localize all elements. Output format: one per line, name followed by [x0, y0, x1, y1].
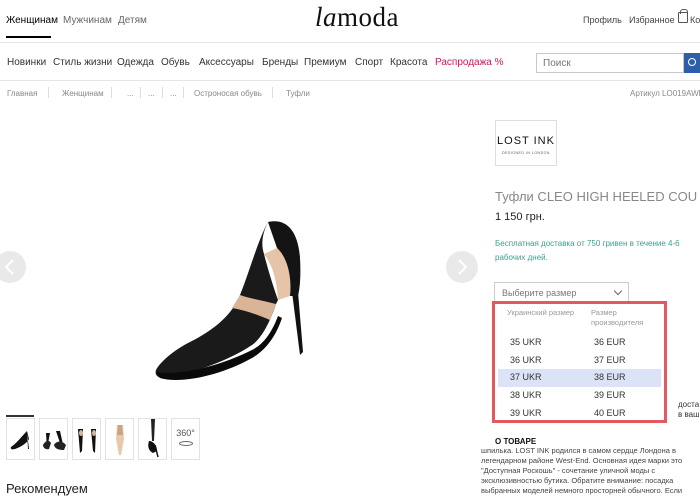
size-option[interactable]: 36 UKR 37 EUR [498, 352, 661, 370]
breadcrumb-women[interactable]: Женщинам [62, 89, 104, 98]
size-option-highlighted[interactable]: 37 UKR 38 EUR [498, 369, 661, 387]
gender-tab-women[interactable]: Женщинам [6, 15, 58, 26]
size-option[interactable]: 35 UKR 36 EUR [498, 334, 661, 352]
chevron-right-icon [458, 259, 468, 275]
breadcrumb-pointed-shoes[interactable]: Остроносая обувь [194, 89, 262, 98]
search-input[interactable] [536, 53, 684, 73]
nav-divider [0, 80, 700, 81]
logo-part-la: la [315, 2, 338, 32]
size-ukr-value: 35 UKR [510, 337, 542, 347]
size-eur-value: 36 EUR [594, 337, 626, 347]
size-eur-value: 38 EUR [594, 372, 626, 382]
nav-premium[interactable]: Премиум [304, 57, 347, 68]
nav-sale[interactable]: Распродажа % [435, 57, 504, 68]
active-thumbnail-indicator [6, 415, 34, 417]
gender-tab-men[interactable]: Мужчинам [63, 15, 112, 26]
breadcrumb-ellipsis[interactable]: ... [148, 89, 155, 98]
thumbnail-4[interactable] [105, 418, 134, 460]
thumbnail-360-view[interactable]: 360° [171, 418, 200, 460]
breadcrumb-separator [272, 87, 273, 98]
nav-accessories[interactable]: Аксессуары [199, 57, 254, 68]
size-option[interactable]: 39 UKR 40 EUR [498, 405, 661, 423]
brand-name: LOST INK [497, 135, 555, 147]
logo-part-moda: moda [337, 2, 400, 32]
brand-logo-box[interactable]: LOST INK DESIGNED IN LONDON [495, 120, 557, 166]
gender-tab-kids[interactable]: Детям [118, 15, 147, 26]
size-eur-value: 39 EUR [594, 390, 626, 400]
profile-link[interactable]: Профиль [583, 15, 622, 25]
nav-clothing[interactable]: Одежда [117, 57, 154, 68]
article-number: Артикул LO019AWF [630, 89, 700, 98]
size-ukr-value: 37 UKR [510, 372, 542, 382]
active-tab-underline [6, 36, 51, 38]
brand-tagline: DESIGNED IN LONDON [502, 151, 550, 155]
breadcrumb-pumps: Туфли [286, 89, 310, 98]
thumbnail-shoe-image [78, 429, 96, 453]
size-header-ukr: Украинский размер [507, 308, 575, 317]
breadcrumb-separator [111, 87, 112, 98]
thumbnail-3[interactable] [72, 418, 101, 460]
size-select-placeholder: Выберите размер [502, 288, 577, 298]
thumbnail-shoe-image [43, 431, 66, 450]
thumbnail-5[interactable] [138, 418, 167, 460]
size-eur-value: 37 EUR [594, 355, 626, 365]
about-heading: О ТОВАРЕ [495, 437, 537, 446]
size-header-eur: Размер производителя [591, 308, 644, 327]
thumbnail-shoe-image [10, 431, 29, 450]
size-option[interactable]: 38 UKR 39 EUR [498, 387, 661, 405]
recommend-heading: Рекомендуем [6, 481, 88, 496]
cart-link[interactable]: Ко [690, 15, 700, 25]
360-label: 360° [176, 428, 195, 438]
breadcrumb-separator [162, 87, 163, 98]
thumbnail-shoe-image [116, 425, 124, 455]
top-bar: Женщинам Мужчинам Детям lamoda Профиль И… [0, 0, 700, 42]
breadcrumb-ellipsis[interactable]: ... [127, 89, 134, 98]
nav-shoes[interactable]: Обувь [161, 57, 190, 68]
partial-text: в ваш [678, 410, 700, 419]
search-icon [688, 58, 696, 66]
gallery-prev-button[interactable] [0, 251, 26, 283]
size-ukr-value: 39 UKR [510, 408, 542, 418]
breadcrumb-separator [183, 87, 184, 98]
nav-beauty[interactable]: Красота [390, 57, 427, 68]
chevron-left-icon [4, 259, 14, 275]
partial-text: доста [678, 400, 700, 409]
about-description: шпилька. LOST INK родился в самом сердце… [481, 446, 683, 495]
gallery-next-button[interactable] [446, 251, 478, 283]
nav-lifestyle[interactable]: Стиль жизни [53, 57, 112, 68]
size-dropdown: Украинский размер Размер производителя 3… [492, 301, 667, 423]
product-main-image[interactable] [140, 200, 340, 390]
size-select[interactable]: Выберите размер [494, 282, 629, 302]
product-title: Туфли CLEO HIGH HEELED COU [495, 189, 698, 204]
size-ukr-value: 38 UKR [510, 390, 542, 400]
favorites-link[interactable]: Избранное [629, 15, 675, 25]
breadcrumb-ellipsis[interactable]: ... [170, 89, 177, 98]
rotate-360-icon [178, 441, 193, 446]
lamoda-logo[interactable]: lamoda [315, 2, 399, 33]
thumbnail-model-image [148, 419, 159, 458]
nav-new[interactable]: Новинки [7, 57, 46, 68]
shopping-bag-icon[interactable] [678, 9, 688, 23]
thumbnail-1[interactable] [6, 418, 35, 460]
breadcrumb-home[interactable]: Главная [7, 89, 37, 98]
breadcrumb-separator [140, 87, 141, 98]
chevron-down-icon [613, 286, 623, 296]
shoe-image [155, 221, 303, 380]
header-divider [0, 42, 700, 43]
size-ukr-value: 36 UKR [510, 355, 542, 365]
breadcrumb-separator [48, 87, 49, 98]
thumbnail-2[interactable] [39, 418, 68, 460]
product-price: 1 150 грн. [495, 211, 545, 223]
delivery-info: Бесплатная доставка от 750 гривен в тече… [495, 239, 680, 262]
search-button[interactable] [684, 53, 700, 73]
size-eur-value: 40 EUR [594, 408, 626, 418]
nav-brands[interactable]: Бренды [262, 57, 298, 68]
nav-sport[interactable]: Спорт [355, 57, 383, 68]
